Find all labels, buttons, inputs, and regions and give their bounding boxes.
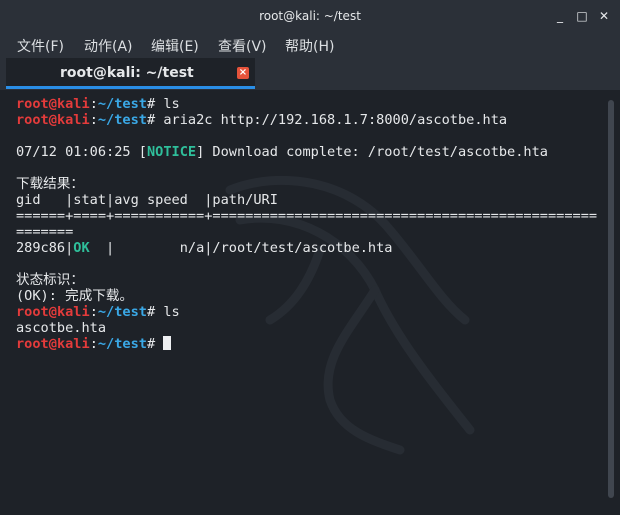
prompt-colon: : [89,112,98,128]
prompt-user: root [16,96,49,112]
terminal-line: root@kali:~/test# ls [16,96,597,112]
prompt-path: ~/test [97,96,147,112]
tab-label: root@kali: ~/test [60,65,194,81]
prompt-host: kali [56,336,90,352]
menu-file[interactable]: 文件(F) [17,36,64,56]
prompt-symbol: # [146,336,164,352]
terminal-line: root@kali:~/test# ls [16,304,597,320]
menu-edit[interactable]: 编辑(E) [151,36,199,56]
terminal-line: 289c86|OK | n/a|/root/test/ascotbe.hta [16,240,597,256]
prompt-user: root [16,336,49,352]
text-cursor [163,336,172,350]
terminal-line: 07/12 01:06:25 [NOTICE] Download complet… [16,144,597,160]
close-icon[interactable]: ✕ [597,8,611,24]
row-status: OK [73,240,90,256]
prompt-path: ~/test [97,112,147,128]
tab-bar: root@kali: ~/test × [0,58,620,90]
maximize-icon[interactable]: □ [575,8,589,24]
command-text: ls [163,96,180,112]
prompt-at: @ [48,96,57,112]
terminal-line: (OK): 完成下载。 [16,288,134,304]
prompt-symbol: # [146,112,164,128]
prompt-colon: : [89,96,98,112]
terminal-window: root@kali: ~/test _ □ ✕ 文件(F) 动作(A) 编辑(E… [0,0,620,515]
terminal-line: ======= [16,224,74,240]
minimize-icon[interactable]: _ [553,8,567,24]
row-gid: 289c86 [16,240,66,256]
prompt-host: kali [56,96,90,112]
prompt-host: kali [56,304,90,320]
terminal-line: root@kali:~/test# [16,336,597,352]
scrollbar-thumb[interactable] [608,100,614,498]
active-tab-indicator [6,86,255,89]
terminal-output[interactable]: root@kali:~/test# ls root@kali:~/test# ar… [0,90,604,515]
notice-message: ] Download complete: /root/test/ascotbe.… [196,144,548,160]
notice-time: 07/12 01:06:25 [16,144,139,160]
terminal-line: gid |stat|avg speed |path/URI [16,192,278,208]
scrollbar[interactable] [604,90,620,515]
tab-close-icon[interactable]: × [237,67,249,79]
terminal-line: ======+====+===========+================… [16,208,598,224]
prompt-at: @ [48,336,57,352]
terminal-line: 状态标识： [16,272,84,288]
notice-tag: NOTICE [146,144,197,160]
prompt-at: @ [48,112,57,128]
terminal-line: 下载结果： [16,176,84,192]
prompt-symbol: # [146,304,164,320]
prompt-colon: : [89,304,98,320]
command-text: aria2c http://192.168.1.7:8000/ascotbe.h… [163,112,508,128]
prompt-host: kali [56,112,90,128]
menu-view[interactable]: 查看(V) [218,36,267,56]
prompt-user: root [16,304,49,320]
prompt-colon: : [89,336,98,352]
terminal-line: ascotbe.hta [16,320,107,336]
terminal-text: root@kali:~/test# ls root@kali:~/test# ar… [16,96,597,352]
notice-bracket: [ [138,144,147,160]
prompt-path: ~/test [97,336,147,352]
prompt-at: @ [48,304,57,320]
prompt-symbol: # [146,96,164,112]
row-path: | n/a|/root/test/ascotbe.hta [89,240,393,256]
title-bar[interactable]: root@kali: ~/test _ □ ✕ [0,0,620,32]
command-text: ls [163,304,180,320]
prompt-path: ~/test [97,304,147,320]
terminal-line: root@kali:~/test# aria2c http://192.168.… [16,112,597,128]
menu-help[interactable]: 帮助(H) [285,36,334,56]
menu-bar: 文件(F) 动作(A) 编辑(E) 查看(V) 帮助(H) [0,32,620,58]
menu-action[interactable]: 动作(A) [84,36,133,56]
prompt-user: root [16,112,49,128]
tab-terminal[interactable]: root@kali: ~/test × [6,58,255,89]
window-title: root@kali: ~/test [259,9,361,23]
